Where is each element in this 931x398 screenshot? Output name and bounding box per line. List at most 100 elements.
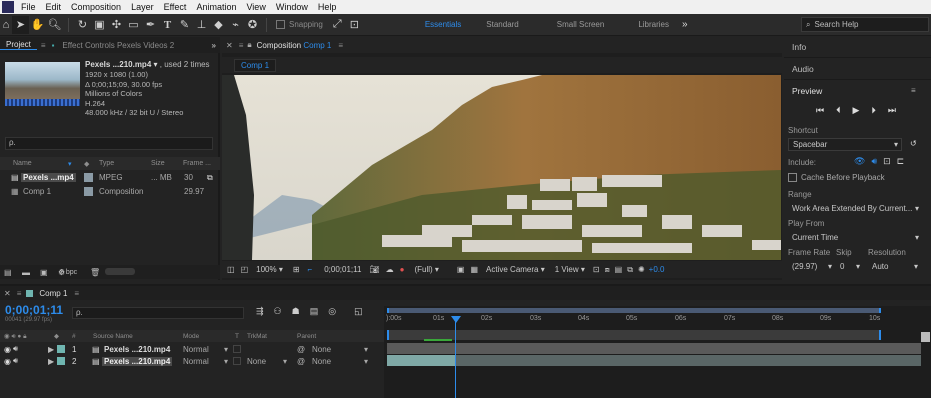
composition-viewer[interactable] (222, 75, 781, 260)
exposure-icon[interactable]: ✺ (638, 265, 645, 274)
close-icon[interactable]: ✕ (0, 289, 15, 298)
include-audio-icon[interactable]: 🔊︎ (871, 156, 877, 167)
comp-panel-menu-icon[interactable]: ≡ (334, 41, 347, 50)
skip-dropdown[interactable]: 0 ▾ (836, 260, 860, 273)
expand-arrow-icon[interactable]: ▶ (48, 345, 54, 354)
include-video-icon[interactable]: 👁︎ (854, 156, 865, 167)
rotate-tool-icon[interactable]: ↻ (74, 16, 91, 34)
flowchart-icon[interactable]: ⧉ (627, 265, 633, 275)
show-snapshot-icon[interactable]: ☁ (386, 265, 394, 274)
last-frame-icon[interactable]: ⏭ (888, 105, 896, 116)
project-item-comp[interactable]: ▦ Comp 1 Composition 29.97 (0, 185, 220, 198)
panel-overflow-button[interactable]: » (212, 41, 220, 50)
col-size[interactable]: Size (151, 160, 165, 167)
new-comp-icon[interactable]: ▣ (40, 268, 48, 277)
selection-tool-icon[interactable]: ➤ (12, 15, 29, 34)
snapping-checkbox[interactable] (276, 20, 285, 29)
current-time-indicator[interactable] (455, 316, 456, 398)
pen-tool-icon[interactable]: ✒ (142, 16, 159, 34)
parent-pickwhip-icon[interactable]: @ (297, 357, 305, 366)
views-dropdown[interactable]: 1 View ▾ (555, 265, 585, 274)
always-preview-icon[interactable]: ◫ (227, 265, 235, 274)
type-tool-icon[interactable]: T (159, 16, 176, 34)
tab-composition[interactable]: Composition Comp 1 (254, 41, 335, 50)
preview-menu-icon[interactable]: ≡ (911, 86, 916, 95)
time-ruler[interactable]: ):00s 01s 02s 03s 04s 05s 06s 07s 08s 09… (384, 314, 931, 328)
layer-1-track[interactable] (387, 343, 921, 354)
transparency-grid-icon[interactable]: ▦ (470, 265, 478, 274)
lock-icon[interactable]: 🔒︎ (245, 40, 253, 50)
clone-stamp-tool-icon[interactable]: ⊥ (193, 16, 210, 34)
close-icon[interactable]: ✕ (222, 41, 237, 50)
parent-dropdown[interactable]: None ▾ (312, 345, 368, 354)
shy-icon[interactable]: ☗ (292, 306, 300, 317)
col-parent[interactable]: Parent (297, 333, 316, 340)
shortcut-dropdown[interactable]: Spacebar ▾ (788, 138, 902, 151)
graph-editor-icon[interactable]: ◱ (354, 306, 363, 317)
help-search-input[interactable]: ⌕ Search Help (801, 17, 929, 32)
project-search-input[interactable]: ρ. (5, 137, 213, 150)
new-folder-icon[interactable]: ▬ (22, 268, 30, 277)
include-layer-controls-icon[interactable]: ⊏ (897, 156, 905, 167)
layer-mode-dropdown[interactable]: Normal ▾ (183, 357, 228, 366)
col-layer-number[interactable]: # (72, 333, 76, 340)
layer-2-track[interactable] (387, 355, 921, 366)
cache-checkbox[interactable] (788, 173, 797, 182)
track-matte-dropdown[interactable]: None ▾ (247, 357, 287, 366)
quality-dropdown[interactable]: (Full) ▾ (414, 265, 438, 274)
col-preserve-transparency[interactable]: T (235, 333, 239, 340)
timeline-search-input[interactable]: ρ. (72, 307, 244, 319)
menu-file[interactable]: File (16, 0, 41, 14)
next-frame-icon[interactable]: ⏵ (871, 105, 876, 116)
roto-brush-tool-icon[interactable]: ⌁ (227, 16, 244, 34)
region-icon[interactable]: ▣ (457, 265, 465, 274)
timeline-panel-menu-icon[interactable]: ≡ (70, 289, 83, 298)
comp-subtab[interactable]: Comp 1 (234, 59, 277, 72)
info-panel-header[interactable]: Info (792, 42, 806, 52)
flowchart-icon[interactable]: ⧉ (207, 173, 213, 183)
menu-animation[interactable]: Animation (191, 0, 241, 14)
col-name[interactable]: Name (13, 160, 32, 167)
parent-pickwhip-icon[interactable]: @ (297, 345, 305, 354)
audio-panel-header[interactable]: Audio (792, 64, 814, 74)
draft-3d-icon[interactable]: ⚇ (274, 306, 282, 317)
preserve-transparency-checkbox[interactable] (233, 357, 241, 365)
comp-menu-icon[interactable]: ≡ (237, 41, 246, 50)
rectangle-tool-icon[interactable]: ▭ (125, 16, 142, 34)
workspaces-more-button[interactable]: » (679, 19, 691, 30)
frame-rate-dropdown[interactable]: (29.97) ▾ (788, 260, 832, 273)
snap-options-icon[interactable]: ⤢ (329, 16, 346, 34)
bpc-button[interactable]: 8 bpc (60, 269, 77, 276)
label-column-icon[interactable]: ◆ (84, 160, 89, 168)
audio-icon[interactable]: 🔊︎ (13, 344, 18, 354)
timeline-zoom-handle[interactable] (921, 332, 930, 342)
fast-previews-icon[interactable]: ⧈ (605, 265, 610, 275)
reset-icon[interactable]: ↺ (910, 139, 917, 148)
resolution-dropdown[interactable]: Auto ▾ (868, 260, 920, 273)
zoom-dropdown[interactable]: 100% ▾ (256, 265, 283, 274)
workspace-essentials[interactable]: Essentials (415, 20, 471, 29)
fit-icon[interactable]: ◰ (241, 265, 249, 274)
timeline-timecode[interactable]: 0;00;01;11 (5, 303, 63, 317)
delete-icon[interactable]: 🗑︎ (90, 268, 100, 277)
visibility-icon[interactable]: ◉ (4, 357, 11, 366)
exposure-value[interactable]: +0.0 (649, 265, 665, 274)
workspace-libraries[interactable]: Libraries (628, 20, 679, 29)
playhead-icon[interactable] (451, 316, 461, 323)
viewer-timecode[interactable]: 0;00;01;11 (324, 265, 361, 274)
camera-dropdown[interactable]: Active Camera ▾ (486, 265, 545, 274)
work-area-bar[interactable] (387, 308, 881, 313)
safe-zones-icon[interactable]: ⊞ (293, 265, 300, 274)
menu-layer[interactable]: Layer (126, 0, 159, 14)
layer-mode-dropdown[interactable]: Normal ▾ (183, 345, 228, 354)
puppet-tool-icon[interactable]: ✪ (244, 16, 261, 34)
workspace-standard[interactable]: Standard (476, 20, 528, 29)
region-of-interest-icon[interactable]: ⌐ (308, 265, 313, 274)
motion-blur-icon[interactable]: ◎ (328, 306, 336, 317)
project-item-footage[interactable]: ▤ Pexels ...mp4 MPEG ... MB 30 ⧉ (0, 171, 220, 184)
eraser-tool-icon[interactable]: ◆ (210, 16, 227, 34)
workspace-small-screen[interactable]: Small Screen (547, 20, 615, 29)
menu-composition[interactable]: Composition (66, 0, 126, 14)
preview-panel-header[interactable]: Preview (792, 86, 822, 96)
footage-dropdown-icon[interactable]: ▾ (154, 60, 158, 69)
